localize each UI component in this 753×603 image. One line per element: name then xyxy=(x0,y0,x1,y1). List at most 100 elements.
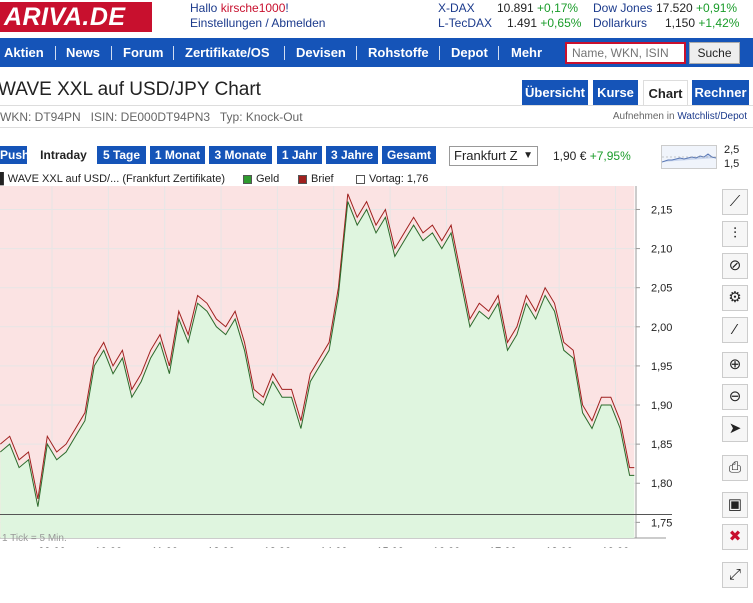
x-tick-label: 11:00 xyxy=(151,546,178,548)
user-greeting: Hallo kirsche1000! Einstellungen / Abmel… xyxy=(190,1,325,31)
delete-icon[interactable]: ✖ xyxy=(722,524,748,550)
fullscreen-icon[interactable]: ⤢ xyxy=(722,562,748,588)
ticker-dowjones[interactable]: Dow Jones xyxy=(593,1,652,16)
price-change: +7,95% xyxy=(589,149,631,163)
top-bar: ARIVA.DE Hallo kirsche1000! Einstellunge… xyxy=(0,0,753,38)
cursor-icon[interactable]: ➤ xyxy=(722,416,748,442)
ticker-change: +0,91% xyxy=(696,1,738,15)
tab-chart[interactable]: Chart xyxy=(643,80,688,105)
divider xyxy=(0,105,753,106)
range-gesamt[interactable]: Gesamt xyxy=(382,146,436,164)
legend-series-label: WAVE XXL auf USD/... (Frankfurt Zertifik… xyxy=(7,173,225,185)
nav-item-zertifikate[interactable]: Zertifikate/OS xyxy=(185,38,270,67)
range-push[interactable]: Push xyxy=(0,146,29,164)
logout-link[interactable]: Abmelden xyxy=(271,16,325,30)
y-tick-label: 1,80 xyxy=(651,478,672,490)
legend-brief-swatch xyxy=(298,175,307,184)
nav-item-rohstoffe[interactable]: Rohstoffe xyxy=(368,38,429,67)
print-icon[interactable]: ⎙ xyxy=(722,455,748,481)
nav-item-depot[interactable]: Depot xyxy=(451,38,488,67)
legend-brief: Brief xyxy=(311,173,334,185)
exchange-select[interactable]: Frankfurt Z ▼ xyxy=(449,146,538,166)
nav-separator xyxy=(498,46,499,60)
ticker-dowjones-values: 17.520 +0,91% xyxy=(656,1,737,16)
username[interactable]: kirsche1000 xyxy=(221,1,286,15)
ticker-name: Dow Jones xyxy=(593,1,653,15)
nav-separator xyxy=(284,46,285,60)
mini-chart-high: 2,5 xyxy=(724,144,740,156)
y-tick-label: 1,85 xyxy=(651,439,672,451)
search-button[interactable]: Suche xyxy=(689,42,740,64)
zoom-in-icon[interactable]: ⊕ xyxy=(722,352,748,378)
range-5-tage[interactable]: 5 Tage xyxy=(97,146,146,164)
y-tick-label: 2,00 xyxy=(651,322,672,334)
tab-uebersicht[interactable]: Übersicht xyxy=(522,80,588,105)
ticker-ltecdax[interactable]: L-TecDAX xyxy=(438,16,492,31)
x-tick-label: 13:00 xyxy=(264,546,292,548)
y-tick-label: 2,15 xyxy=(651,204,672,216)
ticker-change: +0,17% xyxy=(537,1,579,15)
tab-rechner[interactable]: Rechner xyxy=(692,80,749,105)
x-tick-label: 15:00 xyxy=(376,546,404,548)
nav-separator xyxy=(356,46,357,60)
watch-prefix: Aufnehmen in xyxy=(612,111,678,122)
x-tick-label: 18:00 xyxy=(545,546,573,548)
nav-separator xyxy=(55,46,56,60)
x-tick-label: 19:00 xyxy=(602,546,630,548)
nav-item-news[interactable]: News xyxy=(66,38,100,67)
tab-kurse[interactable]: Kurse xyxy=(593,80,638,105)
ticker-name: L-TecDAX xyxy=(438,16,493,30)
indicator-icon[interactable]: ⊘ xyxy=(722,253,748,279)
range-3-monate[interactable]: 3 Monate xyxy=(209,146,272,164)
ticker-value: 1,150 xyxy=(665,16,696,30)
ohlc-chart-icon[interactable]: ⫶ xyxy=(722,221,748,247)
ticker-name: Dollarkurs xyxy=(593,16,648,30)
greeting-suffix: ! xyxy=(285,1,289,15)
range-1-jahr[interactable]: 1 Jahr xyxy=(277,146,322,164)
dropdown-arrow-icon: ▼ xyxy=(523,150,533,161)
x-tick-label: 12:00 xyxy=(207,546,235,548)
ticker-ltecdax-values: 1.491 +0,65% xyxy=(507,16,581,31)
range-intraday[interactable]: Intraday xyxy=(34,146,93,164)
divider xyxy=(0,127,753,128)
draw-line-icon[interactable]: ⁄ xyxy=(722,317,748,343)
range-1-monat[interactable]: 1 Monat xyxy=(150,146,205,164)
watchlist-link[interactable]: Watchlist/Depot xyxy=(677,111,747,122)
x-tick-label: 14:00 xyxy=(320,546,348,548)
nav-separator xyxy=(439,46,440,60)
price-value: 1,90 € xyxy=(553,149,587,163)
ticker-dollarkurs[interactable]: Dollarkurs xyxy=(593,16,647,31)
search-input[interactable] xyxy=(565,42,686,64)
exchange-value: Frankfurt Z xyxy=(454,148,518,163)
nav-item-aktien[interactable]: Aktien xyxy=(4,38,44,67)
nav-item-forum[interactable]: Forum xyxy=(123,38,163,67)
legend-geld-swatch xyxy=(243,175,252,184)
nav-item-mehr[interactable]: Mehr xyxy=(511,38,542,67)
ticker-name: X-DAX xyxy=(438,1,475,15)
price-chart[interactable]: 1,75 1,80 1,85 1,90 1,95 2,00 2,05 2,10 2,15 09:0… xyxy=(0,186,672,548)
settings-gears-icon[interactable]: ⚙ xyxy=(722,285,748,311)
y-tick-label: 2,10 xyxy=(651,244,672,256)
legend-vortag-swatch xyxy=(356,175,365,184)
ticker-value: 17.520 xyxy=(656,1,693,15)
nav-separator xyxy=(111,46,112,60)
save-icon[interactable]: ▣ xyxy=(722,492,748,518)
zoom-out-icon[interactable]: ⊖ xyxy=(722,384,748,410)
line-chart-icon[interactable]: ⟋ xyxy=(722,189,748,215)
x-tick-label: 10:00 xyxy=(95,546,123,548)
nav-item-devisen[interactable]: Devisen xyxy=(296,38,346,67)
range-3-jahre[interactable]: 3 Jahre xyxy=(326,146,378,164)
ticker-change: +0,65% xyxy=(540,16,582,30)
instrument-ids: WKN: DT94PN ISIN: DE000DT94PN3 Typ: Knoc… xyxy=(0,110,303,124)
ticker-value: 1.491 xyxy=(507,16,538,30)
legend-series: ▌WAVE XXL auf USD/... (Frankfurt Zertifi… xyxy=(0,173,225,185)
y-tick-label: 2,05 xyxy=(651,283,672,295)
y-tick-label: 1,95 xyxy=(651,361,672,373)
ticker-xdax[interactable]: X-DAX xyxy=(438,1,475,16)
ariva-logo[interactable]: ARIVA.DE xyxy=(0,2,152,32)
y-tick-label: 1,90 xyxy=(651,400,672,412)
nav-separator xyxy=(173,46,174,60)
settings-link[interactable]: Einstellungen xyxy=(190,16,262,30)
mini-chart[interactable] xyxy=(661,145,717,169)
x-tick-label: 09:00 xyxy=(38,546,66,548)
